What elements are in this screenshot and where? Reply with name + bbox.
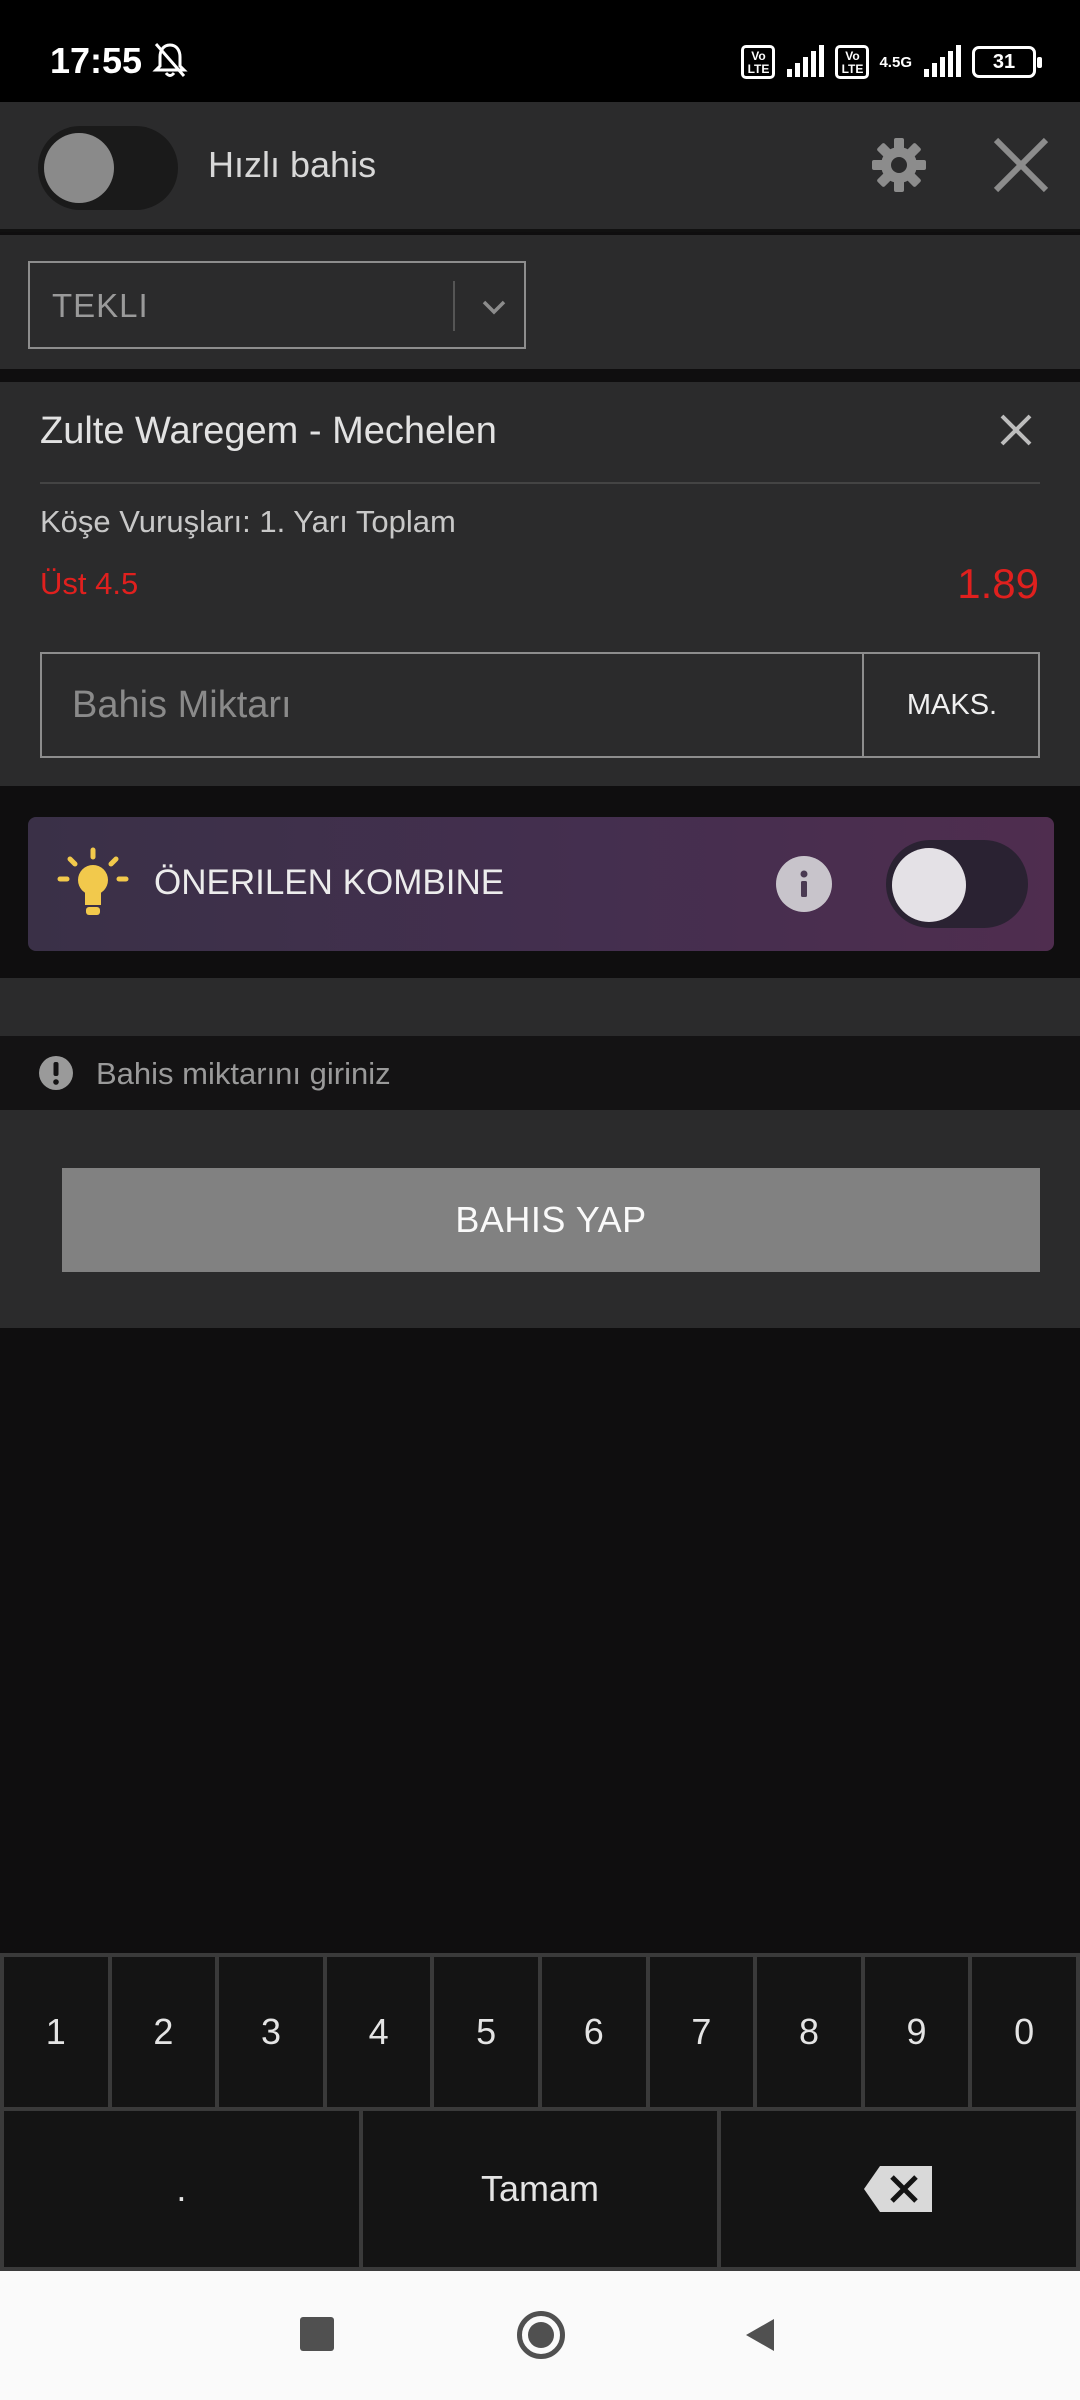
keypad-digit-row: 1 2 3 4 5 6 7 8 9 0 (4, 1957, 1076, 2107)
bet-type-bar: TEKLI (0, 235, 1080, 375)
status-time: 17:55 (50, 40, 143, 81)
key-2[interactable]: 2 (111, 1957, 216, 2107)
key-8[interactable]: 8 (757, 1957, 861, 2107)
suggested-combo-banner: ÖNERILEN KOMBINE (28, 817, 1054, 951)
close-icon[interactable] (988, 132, 1054, 198)
warning-row: Bahis miktarını giriniz (0, 1036, 1080, 1110)
quick-bet-label: Hızlı bahis (208, 144, 377, 185)
combo-label: ÖNERILEN KOMBINE (154, 863, 505, 902)
backspace-icon (863, 2166, 932, 2212)
gear-icon[interactable] (866, 132, 932, 198)
bet-slip-item: Zulte Waregem - Mechelen Köşe Vuruşları:… (0, 382, 1080, 786)
key-7[interactable]: 7 (649, 1957, 754, 2107)
key-1[interactable]: 1 (4, 1957, 108, 2107)
key-4[interactable]: 4 (326, 1957, 431, 2107)
exclamation-icon (39, 1056, 73, 1090)
key-0[interactable]: 0 (972, 1957, 1076, 2107)
key-dot[interactable]: . (4, 2111, 359, 2267)
key-6[interactable]: 6 (541, 1957, 646, 2107)
place-bet-area: BAHIS YAP (0, 1110, 1080, 1328)
key-9[interactable]: 9 (864, 1957, 969, 2107)
home-icon[interactable] (517, 2311, 565, 2359)
place-bet-button[interactable]: BAHIS YAP (62, 1168, 1040, 1272)
key-3[interactable]: 3 (219, 1957, 323, 2107)
key-5[interactable]: 5 (434, 1957, 538, 2107)
numeric-keypad: 1 2 3 4 5 6 7 8 9 0 . Tamam (0, 1953, 1080, 2271)
spacer (0, 978, 1080, 1036)
chevron-down-icon (482, 300, 506, 315)
toggle-knob (892, 848, 966, 922)
combo-toggle[interactable] (886, 840, 1028, 928)
toggle-knob (44, 133, 114, 203)
bell-muted-icon (152, 43, 188, 77)
stake-box: MAKS. (40, 652, 1040, 758)
battery-icon: 31 (972, 46, 1042, 78)
select-divider (453, 281, 455, 331)
key-backspace[interactable] (721, 2111, 1077, 2267)
key-done[interactable]: Tamam (362, 2111, 718, 2267)
volte-icon: Vo LTE (741, 45, 776, 79)
info-icon[interactable] (776, 856, 832, 912)
selection-name: Üst 4.5 (40, 566, 139, 601)
remove-selection-icon[interactable] (994, 408, 1038, 452)
warning-text: Bahis miktarını giriniz (96, 1056, 391, 1091)
volte-icon-2: Vo LTE (835, 45, 870, 79)
quick-bet-toggle[interactable] (38, 126, 178, 210)
signal-icon (787, 45, 825, 77)
bet-type-select[interactable]: TEKLI (28, 261, 526, 349)
status-bar: 17:55 Vo LTE Vo LTE 4.5G 31 (0, 0, 1080, 102)
lightbulb-icon (57, 847, 129, 915)
keypad-action-row: . Tamam (4, 2111, 1077, 2267)
odds-value: 1.89 (957, 560, 1039, 607)
stake-input[interactable] (42, 654, 862, 756)
back-icon[interactable] (740, 2315, 780, 2355)
betslip-header: Hızlı bahis (0, 102, 1080, 232)
recents-icon[interactable] (300, 2317, 334, 2351)
signal-icon-2 (924, 45, 961, 77)
network-type: 4.5G (879, 53, 912, 71)
item-divider (40, 482, 1040, 484)
status-icons: Vo LTE Vo LTE 4.5G 31 (741, 42, 1042, 82)
combo-section: ÖNERILEN KOMBINE (0, 786, 1080, 978)
match-title: Zulte Waregem - Mechelen (40, 410, 497, 452)
market-name: Köşe Vuruşları: 1. Yarı Toplam (40, 504, 456, 539)
bet-type-value: TEKLI (52, 287, 149, 324)
max-stake-button[interactable]: MAKS. (862, 654, 1040, 756)
system-nav-bar (0, 2271, 1080, 2400)
